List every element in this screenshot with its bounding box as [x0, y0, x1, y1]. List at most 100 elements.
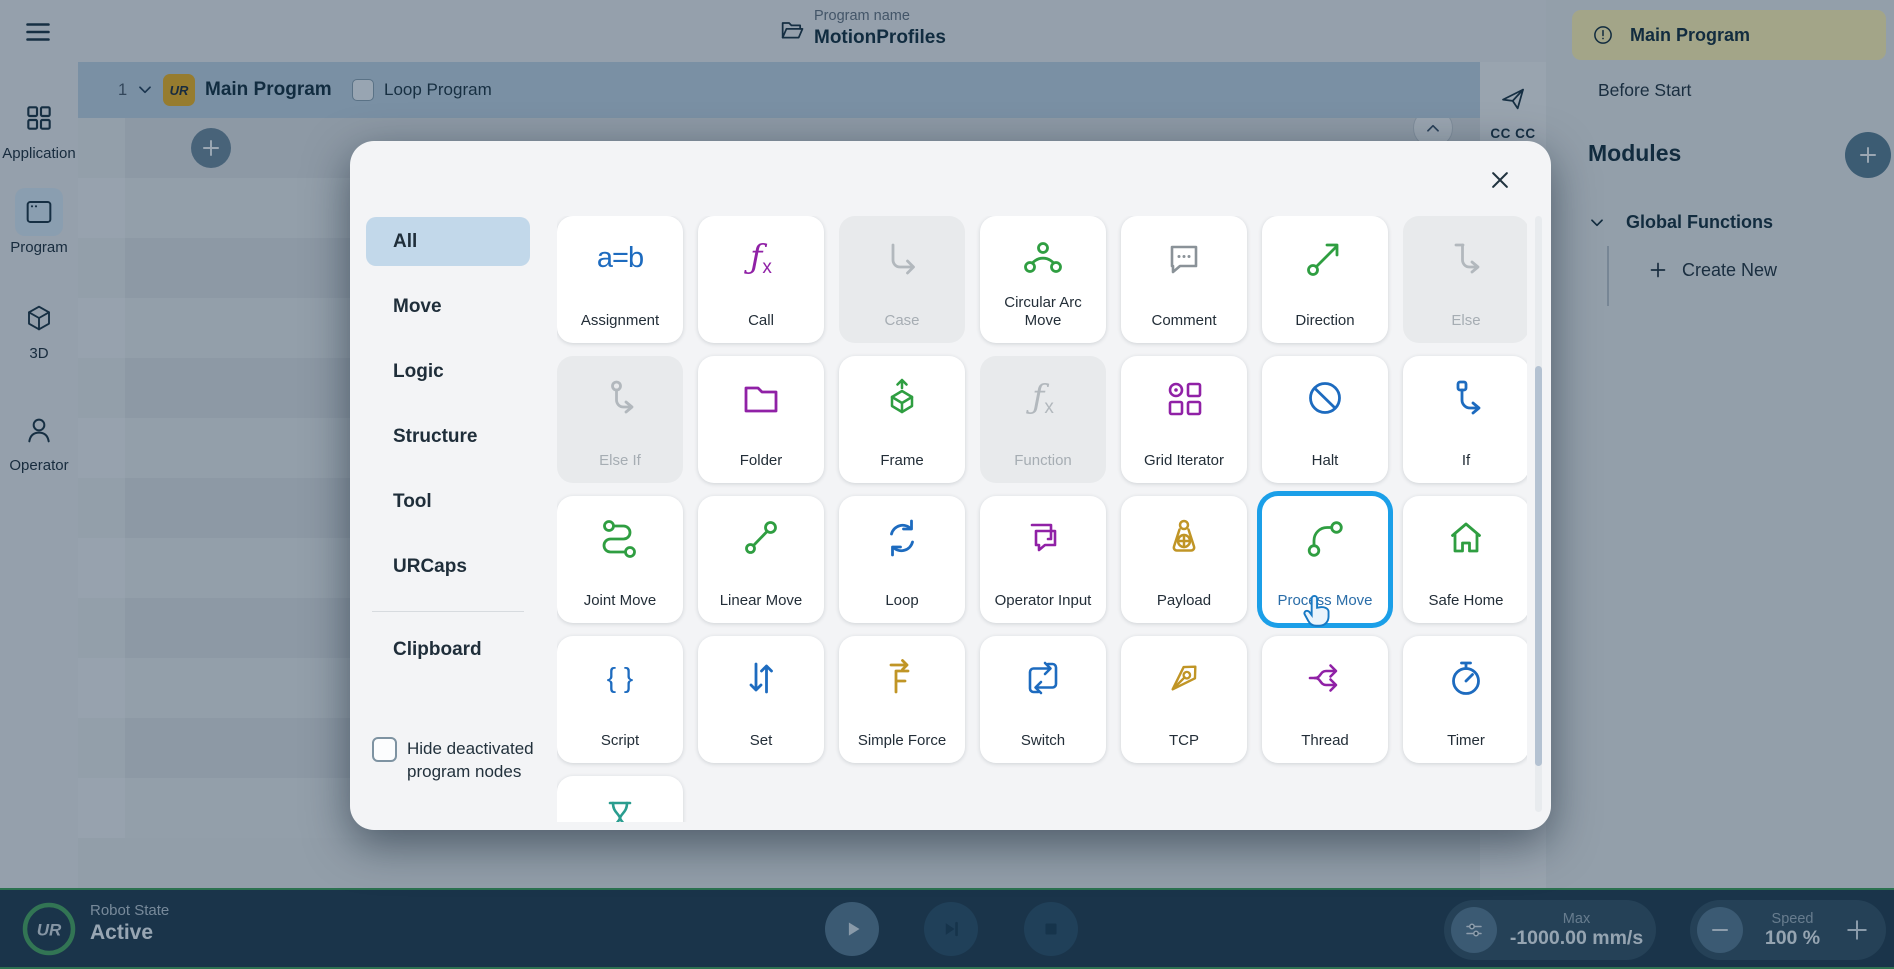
- node-tile-safe-home[interactable]: Safe Home: [1403, 496, 1527, 623]
- category-divider: [372, 611, 524, 612]
- node-tile-else: Else: [1403, 216, 1527, 343]
- frame-icon: [878, 374, 926, 422]
- node-tile-thread[interactable]: Thread: [1262, 636, 1388, 763]
- node-tile-label: Simple Force: [844, 732, 960, 750]
- node-tile-joint-move[interactable]: Joint Move: [557, 496, 683, 623]
- comment-icon: [1160, 234, 1208, 282]
- else-if-icon: [596, 374, 644, 422]
- node-tile-label: Halt: [1267, 452, 1383, 470]
- node-tile-switch[interactable]: Switch: [980, 636, 1106, 763]
- node-tile-payload[interactable]: Payload: [1121, 496, 1247, 623]
- node-tile-label: Grid Iterator: [1126, 452, 1242, 470]
- dialog-scrollbar: [1535, 216, 1542, 812]
- node-tile-label: Function: [985, 452, 1101, 470]
- scrollbar-thumb[interactable]: [1535, 366, 1542, 766]
- node-tile-label: Operator Input: [985, 592, 1101, 610]
- node-tile-timer[interactable]: Timer: [1403, 636, 1527, 763]
- node-tile-frame[interactable]: Frame: [839, 356, 965, 483]
- set-icon: [737, 654, 785, 702]
- hide-deactivated-block: Hide deactivated program nodes: [372, 737, 562, 783]
- wait-hourglass-icon: [596, 794, 644, 822]
- node-tile-label: Timer: [1408, 732, 1524, 750]
- node-tile-if[interactable]: If: [1403, 356, 1527, 483]
- node-tile-grid-iterator[interactable]: Grid Iterator: [1121, 356, 1247, 483]
- safe-home-icon: [1442, 514, 1490, 562]
- node-tile-else-if: Else If: [557, 356, 683, 483]
- node-tile-label: Folder: [703, 452, 819, 470]
- thread-icon: [1301, 654, 1349, 702]
- node-tile-label: Circular Arc Move: [985, 294, 1101, 330]
- node-tile-halt[interactable]: Halt: [1262, 356, 1388, 483]
- node-tile-label: Frame: [844, 452, 960, 470]
- simple-force-icon: [878, 654, 926, 702]
- switch-icon: [1019, 654, 1067, 702]
- node-tile-script[interactable]: { } Script: [557, 636, 683, 763]
- node-tile-set[interactable]: Set: [698, 636, 824, 763]
- case-icon: [878, 234, 926, 282]
- node-tile-direction[interactable]: Direction: [1262, 216, 1388, 343]
- node-tile-label: Script: [562, 732, 678, 750]
- node-tile-label: Set: [703, 732, 819, 750]
- category-clipboard[interactable]: Clipboard: [366, 625, 530, 674]
- node-tile-circular-arc-move[interactable]: Circular Arc Move: [980, 216, 1106, 343]
- hide-deactivated-checkbox[interactable]: [372, 737, 397, 762]
- joint-move-icon: [596, 514, 644, 562]
- folder-icon: [737, 374, 785, 422]
- node-tile-simple-force[interactable]: Simple Force: [839, 636, 965, 763]
- node-tile-label: Call: [703, 312, 819, 330]
- loop-icon: [878, 514, 926, 562]
- node-tile-label: Thread: [1267, 732, 1383, 750]
- node-tile-label: Loop: [844, 592, 960, 610]
- node-tile-label: Case: [844, 312, 960, 330]
- node-tile-label: Comment: [1126, 312, 1242, 330]
- node-tile-call[interactable]: ƒx Call: [698, 216, 824, 343]
- function-icon: ƒx: [1019, 374, 1067, 422]
- node-tile-label: If: [1408, 452, 1524, 470]
- category-move[interactable]: Move: [366, 282, 530, 331]
- category-all[interactable]: All: [366, 217, 530, 266]
- halt-icon: [1301, 374, 1349, 422]
- circular-arc-move-icon: [1019, 234, 1067, 282]
- close-icon[interactable]: [1485, 165, 1515, 195]
- node-tile-label: Process Move: [1267, 592, 1383, 610]
- node-tile-label: Joint Move: [562, 592, 678, 610]
- direction-icon: [1301, 234, 1349, 282]
- if-icon: [1442, 374, 1490, 422]
- category-tool[interactable]: Tool: [366, 477, 530, 526]
- payload-icon: [1160, 514, 1208, 562]
- category-urcaps[interactable]: URCaps: [366, 542, 530, 591]
- node-tile-label: TCP: [1126, 732, 1242, 750]
- category-structure[interactable]: Structure: [366, 412, 530, 461]
- node-tile-label: Switch: [985, 732, 1101, 750]
- process-move-icon: [1301, 514, 1349, 562]
- call-icon: ƒx: [737, 234, 785, 282]
- hide-deactivated-label: Hide deactivated program nodes: [407, 737, 562, 783]
- node-tile-linear-move[interactable]: Linear Move: [698, 496, 824, 623]
- node-tile-case: Case: [839, 216, 965, 343]
- assignment-icon: a=b: [596, 234, 644, 282]
- grid-iterator-icon: [1160, 374, 1208, 422]
- app-root: ApplicationProgram3DOperator Program nam…: [0, 0, 1894, 969]
- else-icon: [1442, 234, 1490, 282]
- node-tile-label: Linear Move: [703, 592, 819, 610]
- node-tile-label: Payload: [1126, 592, 1242, 610]
- node-tile-folder[interactable]: Folder: [698, 356, 824, 483]
- add-node-dialog: All Move Logic Structure Tool URCaps Clipboard…: [350, 141, 1551, 830]
- node-tile-function: ƒx Function: [980, 356, 1106, 483]
- tcp-icon: [1160, 654, 1208, 702]
- node-tile-label: Safe Home: [1408, 592, 1524, 610]
- timer-icon: [1442, 654, 1490, 702]
- script-icon: { }: [596, 654, 644, 702]
- node-tile-loop[interactable]: Loop: [839, 496, 965, 623]
- node-tile-label: Else: [1408, 312, 1524, 330]
- node-tile-comment[interactable]: Comment: [1121, 216, 1247, 343]
- category-logic[interactable]: Logic: [366, 347, 530, 396]
- node-tile-operator-input[interactable]: Operator Input: [980, 496, 1106, 623]
- node-tile-wait-hourglass[interactable]: [557, 776, 683, 822]
- node-tile-assignment[interactable]: a=bAssignment: [557, 216, 683, 343]
- node-tile-tcp[interactable]: TCP: [1121, 636, 1247, 763]
- node-grid: a=bAssignment ƒx Call Case Circular Arc Move…: [557, 216, 1527, 822]
- operator-input-icon: [1019, 514, 1067, 562]
- node-tile-process-move[interactable]: Process Move: [1262, 496, 1388, 623]
- linear-move-icon: [737, 514, 785, 562]
